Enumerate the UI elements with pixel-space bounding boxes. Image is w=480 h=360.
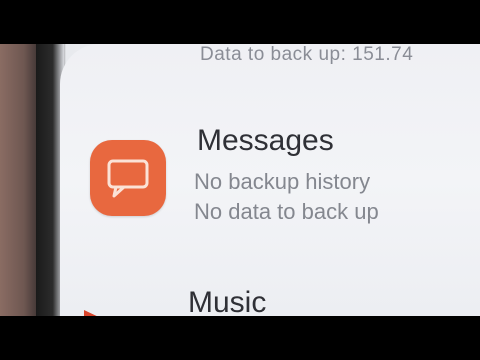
messages-app-icon [90,140,166,216]
play-triangle-icon [84,310,97,316]
music-app-icon [82,298,142,316]
chat-bubble-icon [107,159,149,198]
thumb-shadow [0,44,40,316]
backup-size-text: Data to back up: 151.74 [200,44,414,65]
phone-screen: Data to back up: 151.74 Messages No back… [60,44,480,316]
phone-photo: Data to back up: 151.74 Messages No back… [0,44,480,316]
messages-backup-status: No backup history [194,169,371,194]
messages-title: Messages [197,124,334,157]
video-frame: Data to back up: 151.74 Messages No back… [0,0,480,360]
music-title: Music [188,286,267,316]
messages-data-status: No data to back up [194,199,379,224]
